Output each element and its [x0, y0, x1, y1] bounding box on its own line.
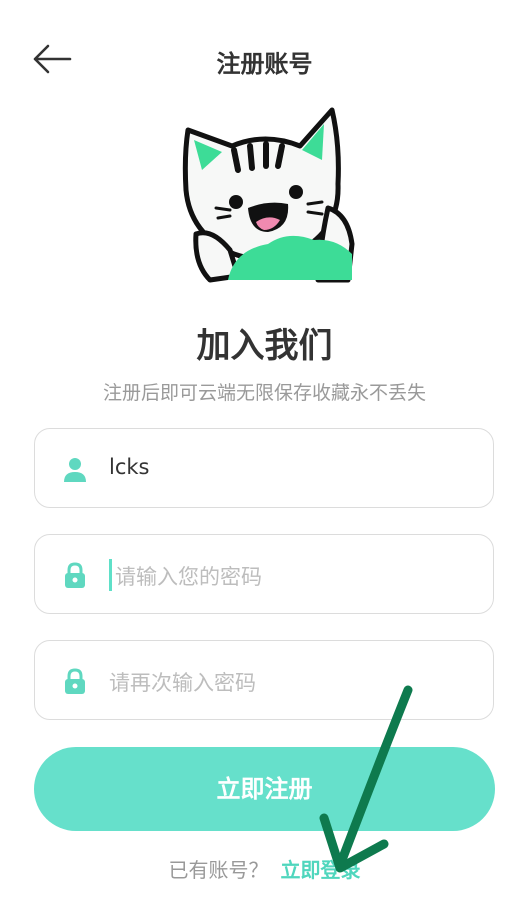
user-icon — [64, 458, 86, 482]
cat-mascot-icon — [182, 107, 355, 283]
join-heading: 加入我们 — [196, 326, 333, 366]
header: 注册账号 — [0, 0, 529, 118]
register-button[interactable]: 立即注册 — [34, 747, 495, 831]
lock-icon — [65, 562, 85, 588]
lock-icon — [65, 668, 85, 694]
join-subheading: 注册后即可云端无限保存收藏永不丢失 — [102, 382, 426, 404]
password-placeholder: 请输入您的密码 — [115, 565, 262, 589]
login-prompt: 已有账号？ 立即登录 — [0, 854, 529, 883]
confirm-password-placeholder: 请再次输入密码 — [109, 671, 256, 695]
username-field[interactable]: lcks — [34, 428, 494, 508]
login-link[interactable]: 立即登录 — [281, 858, 361, 882]
confirm-password-field[interactable]: 请再次输入密码 — [34, 640, 494, 720]
page-title: 注册账号 — [216, 50, 313, 78]
username-value: lcks — [109, 455, 150, 479]
password-field[interactable]: 请输入您的密码 — [34, 534, 494, 614]
text-cursor — [109, 559, 112, 591]
have-account-text: 已有账号？ — [168, 858, 269, 882]
